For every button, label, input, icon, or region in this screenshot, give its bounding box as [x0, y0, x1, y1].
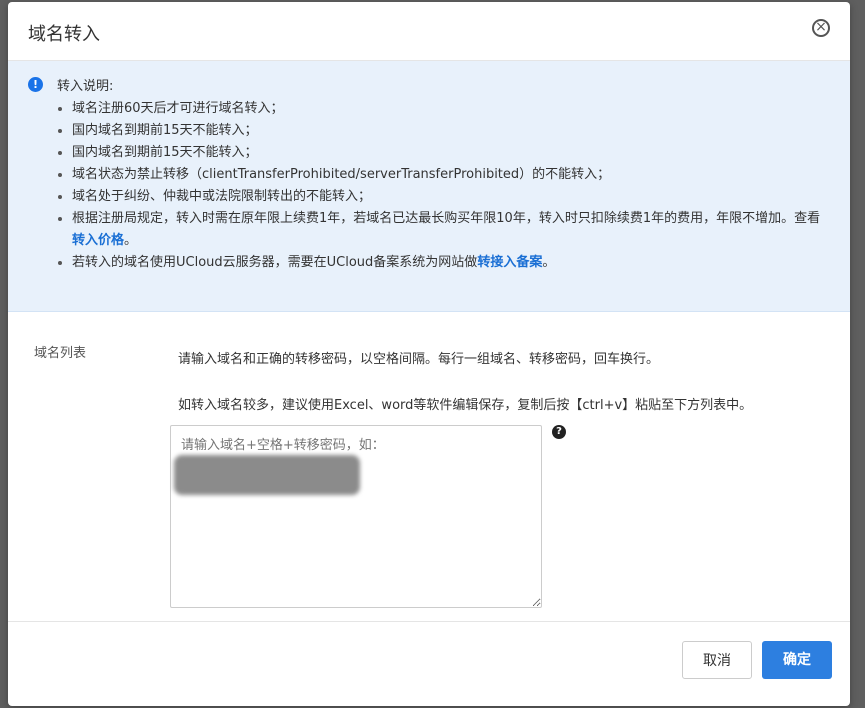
- confirm-button[interactable]: 确定: [762, 641, 832, 679]
- paste-hint: 如转入域名较多，建议使用Excel、word等软件编辑保存，复制后按【ctrl+…: [178, 398, 753, 413]
- list-item-text: 若转入的域名使用UCloud云服务器，需要在UCloud备案系统为网站做: [72, 255, 478, 270]
- list-item: 域名注册60天后才可进行域名转入；: [56, 98, 830, 120]
- list-item: 国内域名到期前15天不能转入；: [56, 120, 830, 142]
- form-body: 域名列表 请输入域名和正确的转移密码，以空格间隔。每行一组域名、转移密码，回车换…: [8, 312, 850, 652]
- dialog-title: 域名转入: [28, 24, 100, 45]
- redacted-example: [174, 455, 360, 495]
- dialog-header: 域名转入 ×: [8, 2, 850, 61]
- icp-filing-link[interactable]: 转接入备案: [477, 255, 542, 270]
- transfer-price-link[interactable]: 转入价格: [72, 233, 124, 248]
- help-icon[interactable]: ?: [552, 425, 566, 439]
- notice-list: 域名注册60天后才可进行域名转入； 国内域名到期前15天不能转入； 国内域名到期…: [28, 98, 830, 274]
- info-icon: !: [28, 77, 43, 92]
- cancel-button[interactable]: 取消: [682, 641, 752, 679]
- dialog-footer: 取消 确定: [8, 621, 850, 706]
- close-icon[interactable]: ×: [812, 19, 830, 37]
- list-item: 国内域名到期前15天不能转入；: [56, 142, 830, 164]
- notice-heading: 转入说明:: [57, 79, 114, 94]
- list-item: 域名状态为禁止转移（clientTransferProhibited/serve…: [56, 164, 830, 186]
- list-item-suffix: 。: [124, 233, 138, 248]
- domain-list-input[interactable]: [170, 425, 542, 608]
- transfer-notice: ! 转入说明: 域名注册60天后才可进行域名转入； 国内域名到期前15天不能转入…: [8, 61, 850, 312]
- domain-transfer-dialog: 域名转入 × ! 转入说明: 域名注册60天后才可进行域名转入； 国内域名到期前…: [8, 2, 850, 706]
- input-hint: 请输入域名和正确的转移密码，以空格间隔。每行一组域名、转移密码，回车换行。: [178, 352, 660, 367]
- list-item: 域名处于纠纷、仲裁中或法院限制转出的不能转入；: [56, 186, 830, 208]
- list-item-suffix: 。: [542, 255, 556, 270]
- domain-list-label: 域名列表: [34, 346, 87, 361]
- list-item: 根据注册局规定，转入时需在原年限上续费1年，若域名已达最长购买年限10年，转入时…: [56, 208, 830, 252]
- list-item-text: 根据注册局规定，转入时需在原年限上续费1年，若域名已达最长购买年限10年，转入时…: [72, 211, 821, 226]
- list-item: 若转入的域名使用UCloud云服务器，需要在UCloud备案系统为网站做转接入备…: [56, 252, 830, 274]
